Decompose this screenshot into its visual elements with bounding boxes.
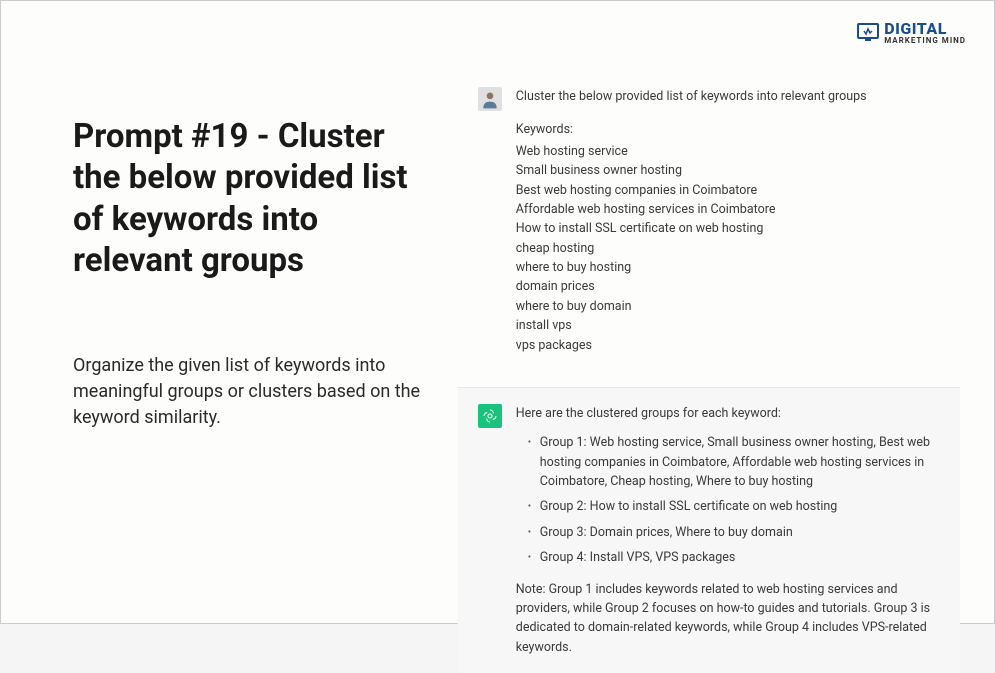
keyword-item: where to buy hosting: [516, 258, 940, 277]
assistant-message: Here are the clustered groups for each k…: [458, 387, 960, 673]
group-item: Group 1: Web hosting service, Small busi…: [528, 433, 940, 491]
keyword-item: Best web hosting companies in Coimbatore: [516, 181, 940, 200]
group-item: Group 3: Domain prices, Where to buy dom…: [528, 523, 940, 542]
keyword-item: where to buy domain: [516, 297, 940, 316]
page-description: Organize the given list of keywords into…: [73, 353, 428, 431]
keyword-item: cheap hosting: [516, 239, 940, 258]
user-prompt-line: Cluster the below provided list of keywo…: [516, 87, 940, 106]
keyword-item: install vps: [516, 316, 940, 335]
keyword-item: Affordable web hosting services in Coimb…: [516, 200, 940, 219]
user-message: Cluster the below provided list of keywo…: [458, 71, 960, 371]
keyword-item: domain prices: [516, 277, 940, 296]
user-message-content: Cluster the below provided list of keywo…: [516, 87, 940, 355]
left-panel: Prompt #19 - Cluster the below provided …: [1, 1, 458, 623]
chat-panel: Cluster the below provided list of keywo…: [458, 1, 994, 623]
keyword-item: Web hosting service: [516, 142, 940, 161]
assistant-intro: Here are the clustered groups for each k…: [516, 404, 940, 423]
logo-sub-text: MARKETING MIND: [884, 37, 966, 44]
keyword-item: How to install SSL certificate on web ho…: [516, 219, 940, 238]
keyword-item: vps packages: [516, 336, 940, 355]
keywords-label: Keywords:: [516, 120, 940, 139]
group-item: Group 4: Install VPS, VPS packages: [528, 548, 940, 567]
group-list: Group 1: Web hosting service, Small busi…: [528, 433, 940, 567]
group-item: Group 2: How to install SSL certificate …: [528, 497, 940, 516]
keyword-list: Web hosting service Small business owner…: [516, 142, 940, 355]
user-avatar-icon: [478, 87, 502, 111]
brand-logo: DIGITAL MARKETING MIND: [856, 21, 966, 45]
logo-main-text: DIGITAL: [884, 22, 966, 36]
assistant-avatar-icon: [478, 404, 502, 428]
assistant-message-content: Here are the clustered groups for each k…: [516, 404, 940, 657]
logo-icon: [856, 21, 880, 45]
logo-text: DIGITAL MARKETING MIND: [884, 22, 966, 44]
assistant-note: Note: Group 1 includes keywords related …: [516, 580, 940, 658]
page-title: Prompt #19 - Cluster the below provided …: [73, 116, 428, 281]
document-slide: DIGITAL MARKETING MIND Prompt #19 - Clus…: [0, 0, 995, 624]
keyword-item: Small business owner hosting: [516, 161, 940, 180]
